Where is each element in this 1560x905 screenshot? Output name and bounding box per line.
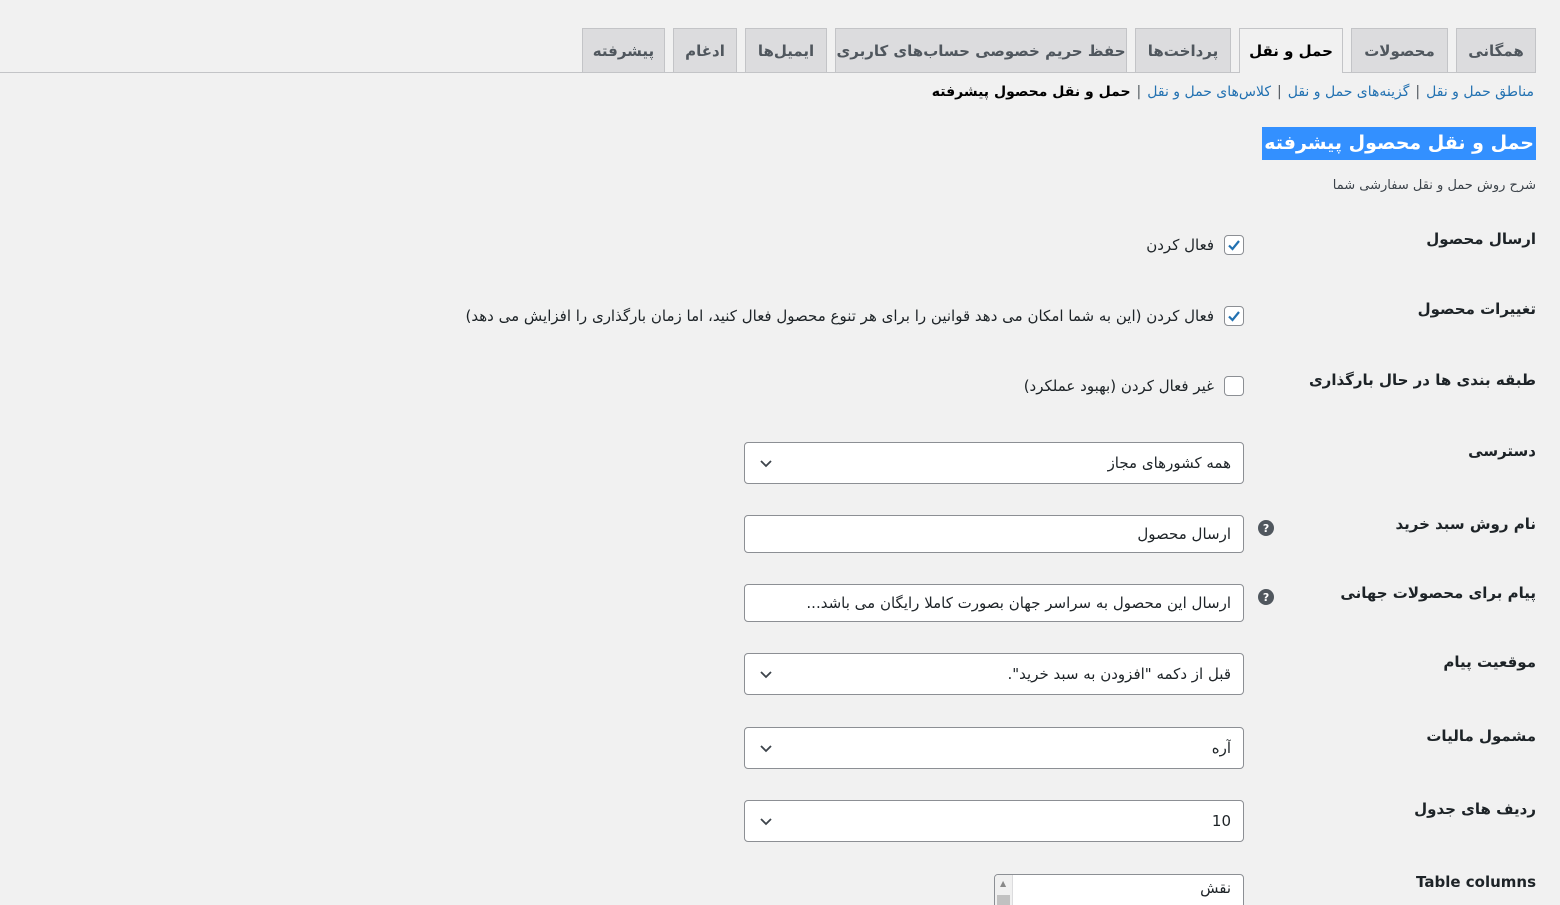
- chevron-down-icon: [757, 665, 775, 683]
- categories-loading-checkbox[interactable]: [1224, 376, 1244, 396]
- chevron-down-icon: [757, 739, 775, 757]
- help-icon[interactable]: ?: [1258, 520, 1274, 536]
- subnav-shipping-zones[interactable]: مناطق حمل و نقل: [1426, 84, 1534, 100]
- ship-product-label: ارسال محصول: [1426, 230, 1536, 248]
- variations-option-label: فعال کردن (این به شما امکان می دهد قوانی…: [465, 307, 1214, 325]
- message-position-label: موقعیت پیام: [1443, 653, 1536, 671]
- tab-payments[interactable]: پرداخت‌ها: [1135, 28, 1231, 72]
- table-rows-select[interactable]: 10: [744, 800, 1244, 842]
- categories-loading-label: طبقه بندی ها در حال بارگذاری: [1308, 371, 1536, 389]
- message-position-select[interactable]: قبل از دکمه "افزودن به سبد خرید".: [744, 653, 1244, 695]
- chevron-down-icon: [757, 454, 775, 472]
- tab-shipping[interactable]: حمل و نقل: [1239, 28, 1343, 73]
- ship-product-option[interactable]: فعال کردن: [1146, 235, 1244, 255]
- taxable-label: مشمول مالیات: [1426, 727, 1536, 745]
- global-message-value: ارسال این محصول به سراسر جهان بصورت کامل…: [806, 594, 1231, 612]
- cart-method-name-value: ارسال محصول: [1137, 525, 1231, 543]
- table-rows-label: ردیف های جدول: [1414, 800, 1536, 818]
- ship-product-option-label: فعال کردن: [1146, 236, 1214, 254]
- check-icon: [1228, 311, 1240, 322]
- access-label: دسترسی: [1468, 442, 1536, 460]
- subnav-separator: |: [1277, 84, 1282, 100]
- taxable-select[interactable]: آره: [744, 727, 1244, 769]
- cart-method-name-label: نام روش سبد خرید: [1395, 515, 1536, 533]
- cart-method-name-input[interactable]: ارسال محصول: [744, 515, 1244, 553]
- variations-label: تغییرات محصول: [1417, 300, 1536, 318]
- page-title: حمل و نقل محصول پیشرفته: [1262, 127, 1536, 160]
- variations-option[interactable]: فعال کردن (این به شما امکان می دهد قوانی…: [466, 306, 1244, 326]
- tab-general[interactable]: همگانی: [1456, 28, 1536, 72]
- subnav-separator: |: [1136, 84, 1142, 100]
- global-message-input[interactable]: ارسال این محصول به سراسر جهان بصورت کامل…: [744, 584, 1244, 622]
- tab-accounts-privacy[interactable]: حفظ حریم خصوصی حساب‌های کاربری: [835, 28, 1127, 72]
- section-description: شرح روش حمل و نقل سفارشی شما: [1332, 178, 1536, 193]
- access-select-value: همه کشورهای مجاز: [1107, 454, 1231, 472]
- subnav-shipping-options[interactable]: گزینه‌های حمل و نقل: [1288, 84, 1410, 100]
- tab-bar: همگانی محصولات حمل و نقل پرداخت‌ها حفظ ح…: [0, 28, 1536, 73]
- ship-product-checkbox[interactable]: [1224, 235, 1244, 255]
- subnav-shipping-classes[interactable]: کلاس‌های حمل و نقل: [1147, 84, 1271, 100]
- breadcrumb: مناطق حمل و نقل | گزینه‌های حمل و نقل | …: [932, 84, 1534, 100]
- help-icon[interactable]: ?: [1258, 589, 1274, 605]
- access-select[interactable]: همه کشورهای مجاز: [744, 442, 1244, 484]
- table-rows-value: 10: [1211, 812, 1231, 830]
- scrollbar[interactable]: ▲: [995, 875, 1013, 905]
- categories-loading-option-label: غیر فعال کردن (بهبود عملکرد): [1023, 377, 1214, 395]
- message-position-value: قبل از دکمه "افزودن به سبد خرید".: [1007, 665, 1231, 683]
- taxable-value: آره: [1211, 739, 1231, 757]
- subnav-separator: |: [1415, 84, 1421, 100]
- table-columns-listbox[interactable]: نقش ▲: [994, 874, 1244, 905]
- categories-loading-option[interactable]: غیر فعال کردن (بهبود عملکرد): [1024, 376, 1244, 396]
- chevron-down-icon: [757, 812, 775, 830]
- subnav-current: حمل و نقل محصول پیشرفته: [931, 84, 1131, 100]
- variations-checkbox[interactable]: [1224, 306, 1244, 326]
- global-message-label: پیام برای محصولات جهانی: [1340, 584, 1536, 602]
- tab-emails[interactable]: ایمیل‌ها: [745, 28, 827, 72]
- check-icon: [1228, 240, 1240, 251]
- settings-page: همگانی محصولات حمل و نقل پرداخت‌ها حفظ ح…: [0, 0, 1560, 905]
- tab-advanced[interactable]: پیشرفته: [582, 28, 665, 72]
- scrollbar-thumb[interactable]: [997, 895, 1010, 905]
- table-columns-label: Table columns: [1416, 873, 1536, 891]
- tab-products[interactable]: محصولات: [1351, 28, 1448, 72]
- scroll-up-icon[interactable]: ▲: [1000, 879, 1006, 888]
- list-item[interactable]: نقش: [1200, 879, 1231, 897]
- tab-integration[interactable]: ادغام: [673, 28, 737, 72]
